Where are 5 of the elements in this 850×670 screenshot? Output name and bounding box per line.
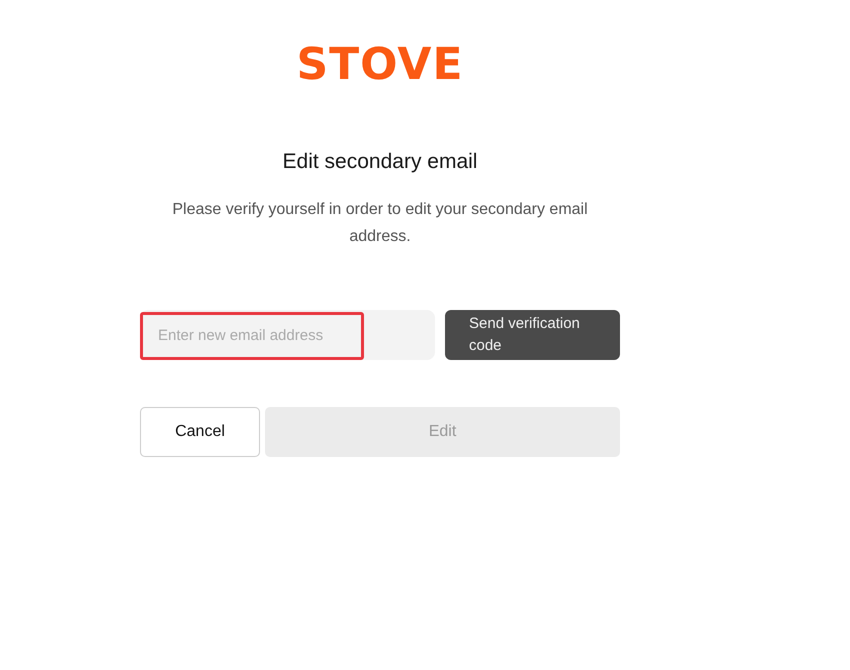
cancel-button[interactable]: Cancel — [140, 407, 260, 457]
description: Please verify yourself in order to edit your secondary email address. — [171, 200, 589, 247]
logo: STOVE — [296, 40, 464, 90]
send-code-button[interactable]: Send verification code — [445, 310, 620, 360]
page-title: Edit secondary email — [282, 150, 478, 174]
